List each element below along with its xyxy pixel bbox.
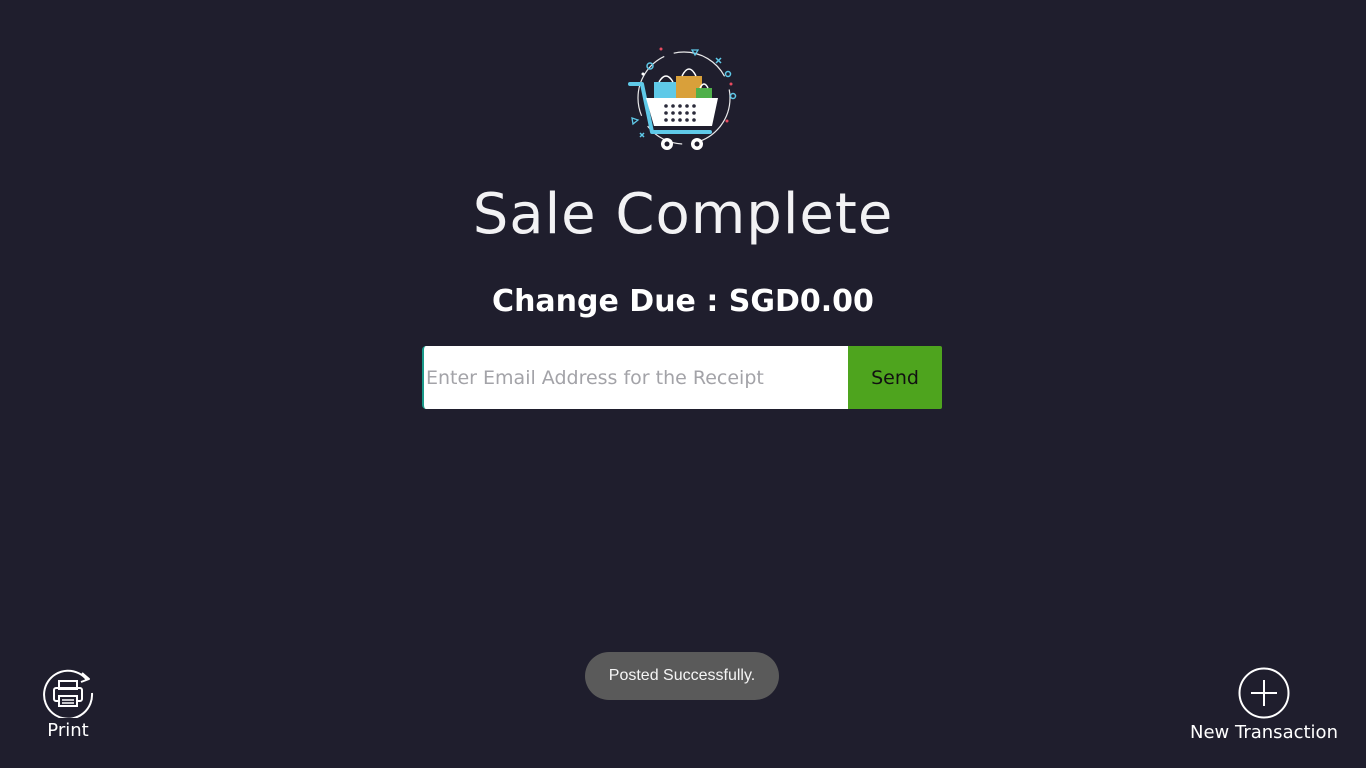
send-button[interactable]: Send xyxy=(848,346,942,409)
print-button[interactable]: Print xyxy=(28,666,108,741)
change-due-amount: Change Due : SGD0.00 xyxy=(492,284,874,319)
email-input[interactable] xyxy=(422,346,848,409)
toast-notification: Posted Successfully. xyxy=(585,652,779,700)
sale-complete-screen: Sale Complete Change Due : SGD0.00 Send … xyxy=(0,0,1366,768)
plus-circle-icon xyxy=(1238,667,1290,719)
new-transaction-label: New Transaction xyxy=(1190,722,1338,743)
shopping-cart-logo xyxy=(628,47,737,150)
new-transaction-button[interactable]: New Transaction xyxy=(1180,666,1348,743)
page-title: Sale Complete xyxy=(472,182,894,247)
print-label: Print xyxy=(47,720,89,741)
print-icon xyxy=(43,669,94,718)
email-receipt-form: Send xyxy=(422,346,942,409)
